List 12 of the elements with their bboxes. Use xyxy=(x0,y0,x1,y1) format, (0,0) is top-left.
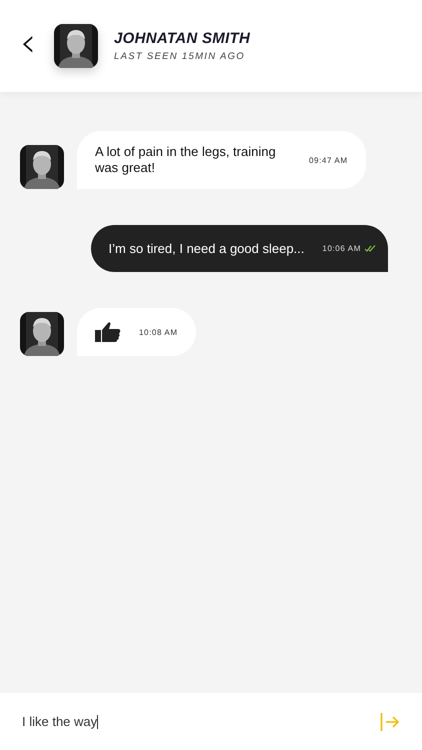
back-button[interactable]: ‹ xyxy=(18,23,38,63)
message-input-field[interactable]: I like the way xyxy=(22,714,98,729)
message-text: I’m so tired, I need a good sleep... xyxy=(108,240,304,256)
send-button[interactable] xyxy=(380,712,400,730)
message-time: 10:06 AM xyxy=(322,244,361,253)
last-seen-status: LAST SEEN 15MIN AGO xyxy=(114,51,246,62)
message-time: 09:47 AM xyxy=(309,156,348,164)
message-text: A lot of pain in the legs, training was great! xyxy=(95,143,277,177)
message-time: 10:08 AM xyxy=(139,328,178,336)
thumbs-up-icon xyxy=(95,321,121,343)
send-icon xyxy=(380,712,400,730)
contact-name: JOHNATAN SMITH xyxy=(114,30,250,47)
